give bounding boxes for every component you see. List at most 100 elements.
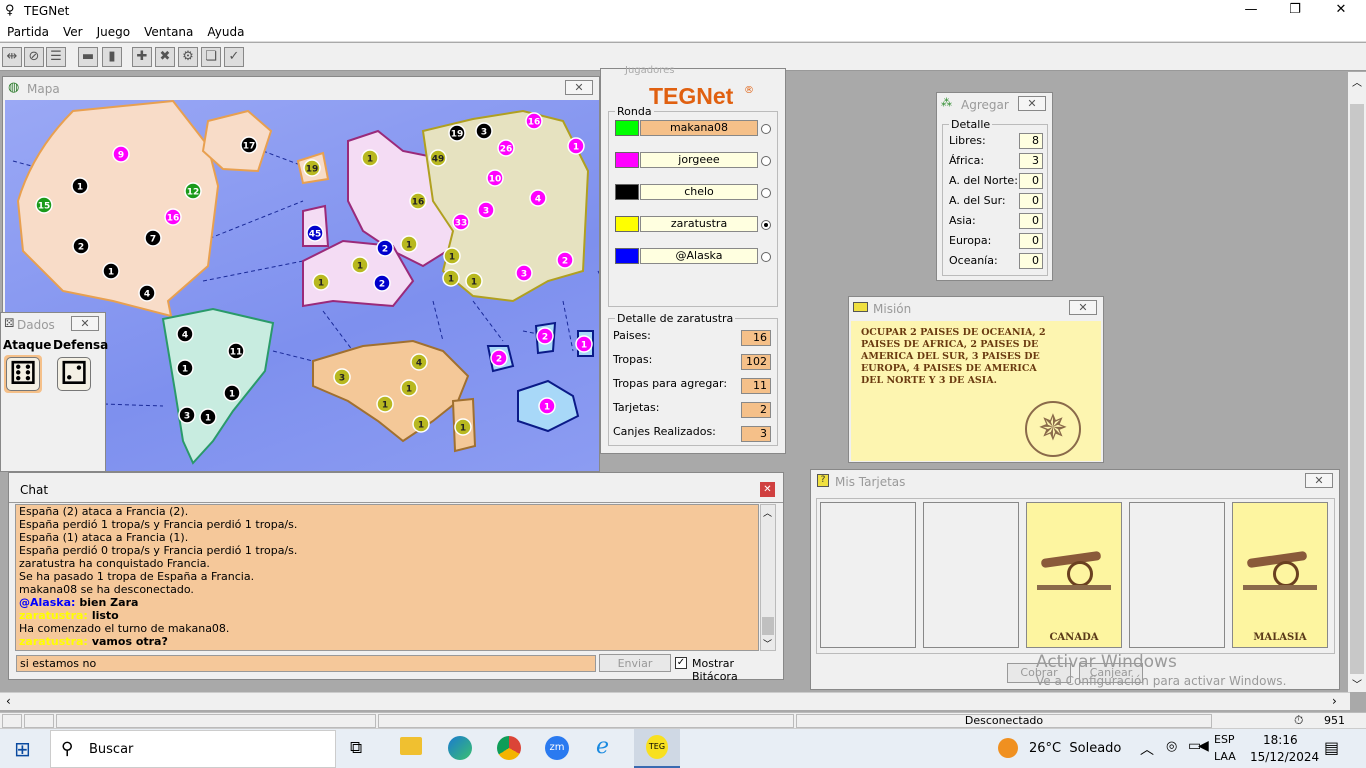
scroll-right-icon[interactable]: › <box>1332 694 1337 708</box>
army-marker[interactable]: 1 <box>199 408 217 426</box>
army-marker[interactable]: 11 <box>227 342 245 360</box>
menu-juego[interactable]: Juego <box>90 22 138 39</box>
mostrar-bitacora-checkbox[interactable]: ✓ <box>675 657 687 669</box>
menu-ventana[interactable]: Ventana <box>137 22 200 39</box>
attack-icon[interactable]: ✖ <box>155 47 175 67</box>
check-icon[interactable]: ✓ <box>224 47 244 67</box>
clock-time[interactable]: 18:16 <box>1263 733 1298 747</box>
army-marker[interactable]: 3 <box>475 122 493 140</box>
army-marker[interactable]: 16 <box>164 208 182 226</box>
settings-icon[interactable]: ⚙ <box>178 47 198 67</box>
main-vscrollbar[interactable]: ︿ ﹀ <box>1348 72 1366 692</box>
army-marker[interactable]: 1 <box>412 415 430 433</box>
scroll-down-icon[interactable]: ﹀ <box>763 637 772 650</box>
army-marker[interactable]: 7 <box>144 229 162 247</box>
army-marker[interactable]: 16 <box>409 192 427 210</box>
army-marker[interactable]: 1 <box>102 262 120 280</box>
army-marker[interactable]: 3 <box>515 264 533 282</box>
agregar-close-button[interactable]: ✕ <box>1018 96 1046 111</box>
chat-input[interactable] <box>16 655 596 672</box>
maximize-icon[interactable]: ❐ <box>1280 2 1310 20</box>
country-card[interactable] <box>820 502 916 648</box>
army-marker[interactable]: 1 <box>442 269 460 287</box>
chrome-icon[interactable] <box>497 736 521 760</box>
army-marker[interactable]: 1 <box>465 272 483 290</box>
country-card[interactable] <box>923 502 1019 648</box>
army-marker[interactable]: 19 <box>448 124 466 142</box>
army-marker[interactable]: 33 <box>452 213 470 231</box>
army-marker[interactable]: 1 <box>400 235 418 253</box>
card-icon[interactable]: ▮ <box>102 47 122 67</box>
vscroll-up-icon[interactable]: ︿ <box>1352 74 1362 89</box>
chevron-up-icon[interactable]: ︿ <box>1140 739 1154 759</box>
copy-icon[interactable]: ❏ <box>201 47 221 67</box>
country-card[interactable]: CANADA <box>1026 502 1122 648</box>
map-close-button[interactable]: ✕ <box>565 80 593 95</box>
menu-ayuda[interactable]: Ayuda <box>200 22 251 39</box>
chat-close-button[interactable]: ✕ <box>760 482 775 497</box>
army-marker[interactable]: 10 <box>486 169 504 187</box>
close-icon[interactable]: ✕ <box>1326 2 1356 20</box>
army-marker[interactable]: 2 <box>490 349 508 367</box>
player-radio[interactable] <box>761 124 771 134</box>
army-marker[interactable]: 1 <box>567 137 585 155</box>
army-marker[interactable]: 4 <box>529 189 547 207</box>
army-marker[interactable]: 2 <box>373 274 391 292</box>
disconnect-icon[interactable]: ⊘ <box>24 47 44 67</box>
army-marker[interactable]: 1 <box>351 256 369 274</box>
mision-close-button[interactable]: ✕ <box>1069 300 1097 315</box>
scroll-thumb[interactable] <box>762 617 774 635</box>
attack-die-icon[interactable]: ⚅ <box>4 355 42 393</box>
window-icon[interactable]: ▬ <box>78 47 98 67</box>
army-marker[interactable]: 15 <box>35 196 53 214</box>
army-marker[interactable]: 19 <box>303 159 321 177</box>
menu-partida[interactable]: Partida <box>0 22 56 39</box>
enviar-button[interactable]: Enviar <box>599 654 671 672</box>
country-card[interactable]: MALASIA <box>1232 502 1328 648</box>
army-marker[interactable]: 2 <box>72 237 90 255</box>
menu-ver[interactable]: Ver <box>56 22 90 39</box>
army-marker[interactable]: 1 <box>400 379 418 397</box>
player-radio[interactable] <box>761 188 771 198</box>
camera-icon[interactable]: ◎ <box>1166 739 1177 754</box>
army-marker[interactable]: 3 <box>477 201 495 219</box>
army-marker[interactable]: 1 <box>361 149 379 167</box>
army-marker[interactable]: 1 <box>443 247 461 265</box>
defense-die-icon[interactable]: ⚁ <box>57 357 91 391</box>
army-marker[interactable]: 2 <box>376 239 394 257</box>
army-marker[interactable]: 2 <box>556 251 574 269</box>
add-icon[interactable]: ✚ <box>132 47 152 67</box>
army-marker[interactable]: 4 <box>176 325 194 343</box>
country-card[interactable] <box>1129 502 1225 648</box>
player-radio[interactable] <box>761 252 771 262</box>
army-marker[interactable]: 16 <box>525 112 543 130</box>
army-marker[interactable]: 4 <box>410 353 428 371</box>
vscroll-thumb[interactable] <box>1350 104 1364 674</box>
vscroll-down-icon[interactable]: ﹀ <box>1352 676 1362 691</box>
windows-start-icon[interactable]: ⊞ <box>14 737 31 761</box>
ie-icon[interactable]: ℯ <box>596 734 609 759</box>
notification-icon[interactable]: ▤ <box>1324 738 1339 757</box>
dados-close-button[interactable]: ✕ <box>71 316 99 331</box>
edge-icon[interactable] <box>448 736 472 760</box>
army-marker[interactable]: 3 <box>333 368 351 386</box>
army-marker[interactable]: 2 <box>536 327 554 345</box>
army-marker[interactable]: 12 <box>184 182 202 200</box>
chat-scrollbar[interactable]: ︿ ﹀ <box>760 504 776 651</box>
zoom-icon[interactable]: zm <box>545 736 569 760</box>
army-marker[interactable]: 1 <box>176 359 194 377</box>
army-marker[interactable]: 3 <box>178 406 196 424</box>
army-marker[interactable]: 1 <box>376 395 394 413</box>
taskbar-search[interactable]: ⚲ Buscar <box>50 730 336 768</box>
connect-icon[interactable]: ⇹ <box>2 47 22 67</box>
list-icon[interactable]: ☰ <box>46 47 66 67</box>
lang-2[interactable]: LAA <box>1214 750 1236 763</box>
tarjetas-close-button[interactable]: ✕ <box>1305 473 1333 488</box>
file-explorer-icon[interactable] <box>400 737 422 755</box>
army-marker[interactable]: 1 <box>71 177 89 195</box>
minimize-icon[interactable]: — <box>1236 2 1266 20</box>
army-marker[interactable]: 1 <box>575 335 593 353</box>
army-marker[interactable]: 17 <box>240 136 258 154</box>
volume-icon[interactable]: ◀ <box>1198 738 1209 754</box>
army-marker[interactable]: 1 <box>538 397 556 415</box>
